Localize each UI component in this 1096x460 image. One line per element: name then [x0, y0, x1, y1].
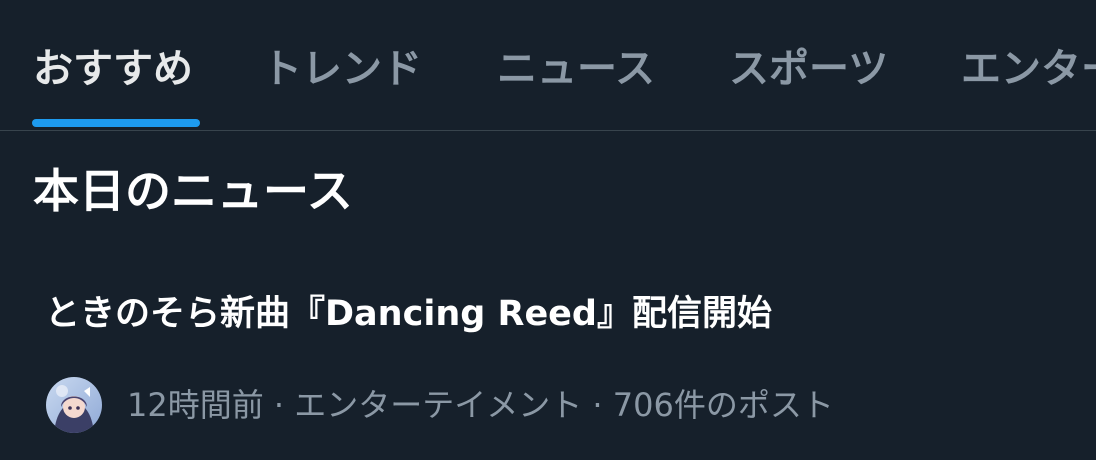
news-meta-text: 12時間前 · エンターテイメント · 706件のポスト: [127, 386, 834, 424]
tab-sports[interactable]: スポーツ: [729, 44, 888, 94]
tab-news[interactable]: ニュース: [497, 44, 655, 94]
news-meta: 12時間前 · エンターテイメント · 706件のポスト: [46, 376, 834, 434]
avatar: [46, 377, 102, 433]
tab-trending[interactable]: トレンド: [262, 44, 422, 94]
section-title: 本日のニュース: [33, 164, 353, 218]
avatar-image-icon: [46, 377, 102, 433]
tab-recommended[interactable]: おすすめ: [33, 44, 193, 94]
news-headline: ときのそら新曲『Dancing Reed』配信開始: [45, 294, 772, 334]
explore-tab-bar: おすすめ トレンド ニュース スポーツ エンターテイメント: [0, 0, 1096, 131]
news-item[interactable]: ときのそら新曲『Dancing Reed』配信開始 12時間前 · エンターテイ…: [0, 270, 1096, 460]
active-tab-indicator: [32, 119, 200, 127]
tab-entertainment[interactable]: エンターテイメント: [961, 44, 1096, 94]
